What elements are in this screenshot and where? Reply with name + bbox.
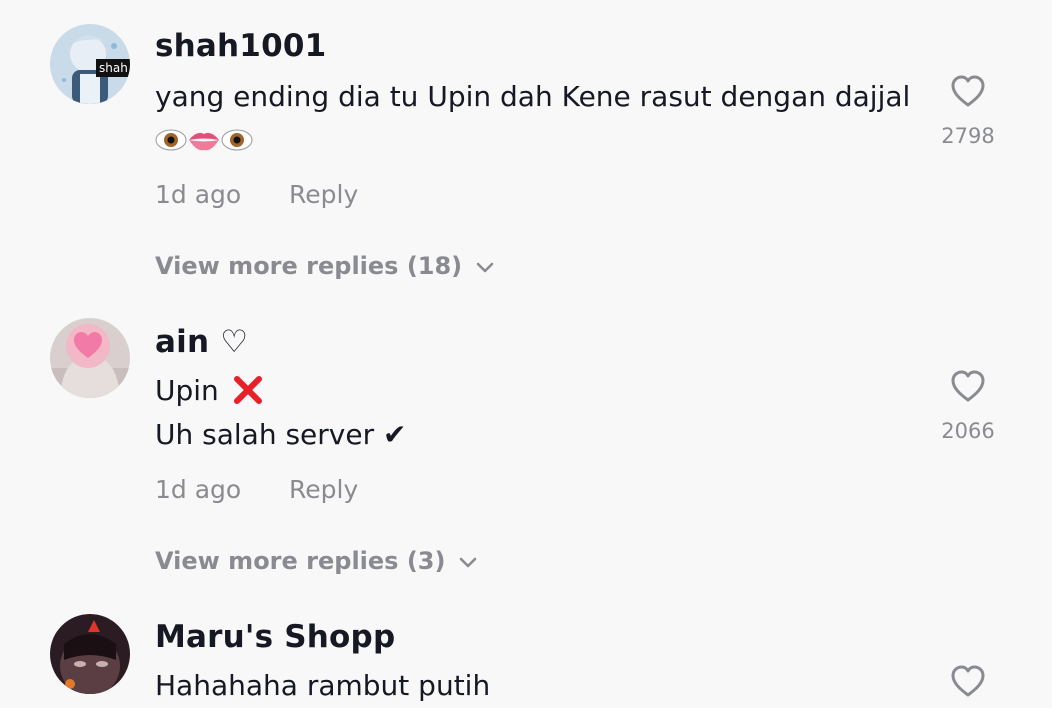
- red-cross-mark-icon: [233, 376, 262, 404]
- view-more-replies-button[interactable]: View more replies (18): [155, 252, 494, 280]
- comment-text: Hahahaha rambut putih: [155, 669, 491, 702]
- avatar[interactable]: shah: [50, 24, 130, 104]
- eyes-emoji: [155, 129, 187, 151]
- username[interactable]: Maru's Shopp: [155, 619, 395, 655]
- comment-text-line1: Upin: [155, 374, 219, 407]
- view-more-replies-button[interactable]: View more replies (3): [155, 547, 477, 575]
- chevron-down-icon: [459, 547, 477, 575]
- heart-icon: [951, 370, 985, 402]
- comment-emojis: [155, 122, 253, 155]
- comment-meta: 1d ago Reply: [155, 475, 358, 504]
- like-count: 2066: [941, 419, 995, 443]
- comment-meta: 1d ago Reply: [155, 180, 358, 209]
- like-button[interactable]: 2066: [930, 369, 1006, 443]
- username-text: ain: [155, 324, 210, 360]
- username[interactable]: ain ♡: [155, 324, 248, 360]
- like-count: 2798: [941, 124, 995, 148]
- view-more-label: View more replies (3): [155, 547, 446, 575]
- comment-text-line2: Uh salah server ✔: [155, 418, 407, 451]
- username-suffix: ♡: [220, 324, 249, 360]
- like-button[interactable]: 2798: [930, 74, 1006, 148]
- avatar[interactable]: [50, 318, 130, 398]
- username[interactable]: shah1001: [155, 28, 326, 64]
- reply-button[interactable]: Reply: [289, 475, 358, 504]
- heart-icon: [951, 75, 985, 107]
- timestamp: 1d ago: [155, 180, 242, 209]
- view-more-label: View more replies (18): [155, 252, 463, 280]
- timestamp: 1d ago: [155, 475, 242, 504]
- comment-text: yang ending dia tu Upin dah Kene rasut d…: [155, 80, 911, 113]
- like-button[interactable]: [930, 664, 1006, 698]
- chevron-down-icon: [476, 252, 494, 280]
- avatar[interactable]: [50, 614, 130, 694]
- reply-button[interactable]: Reply: [289, 180, 358, 209]
- comment-text: Upin: [155, 374, 264, 407]
- lips-emoji: [189, 132, 219, 151]
- eyes-emoji: [221, 129, 253, 151]
- avatar-label: shah: [99, 61, 128, 75]
- heart-icon: [951, 665, 985, 697]
